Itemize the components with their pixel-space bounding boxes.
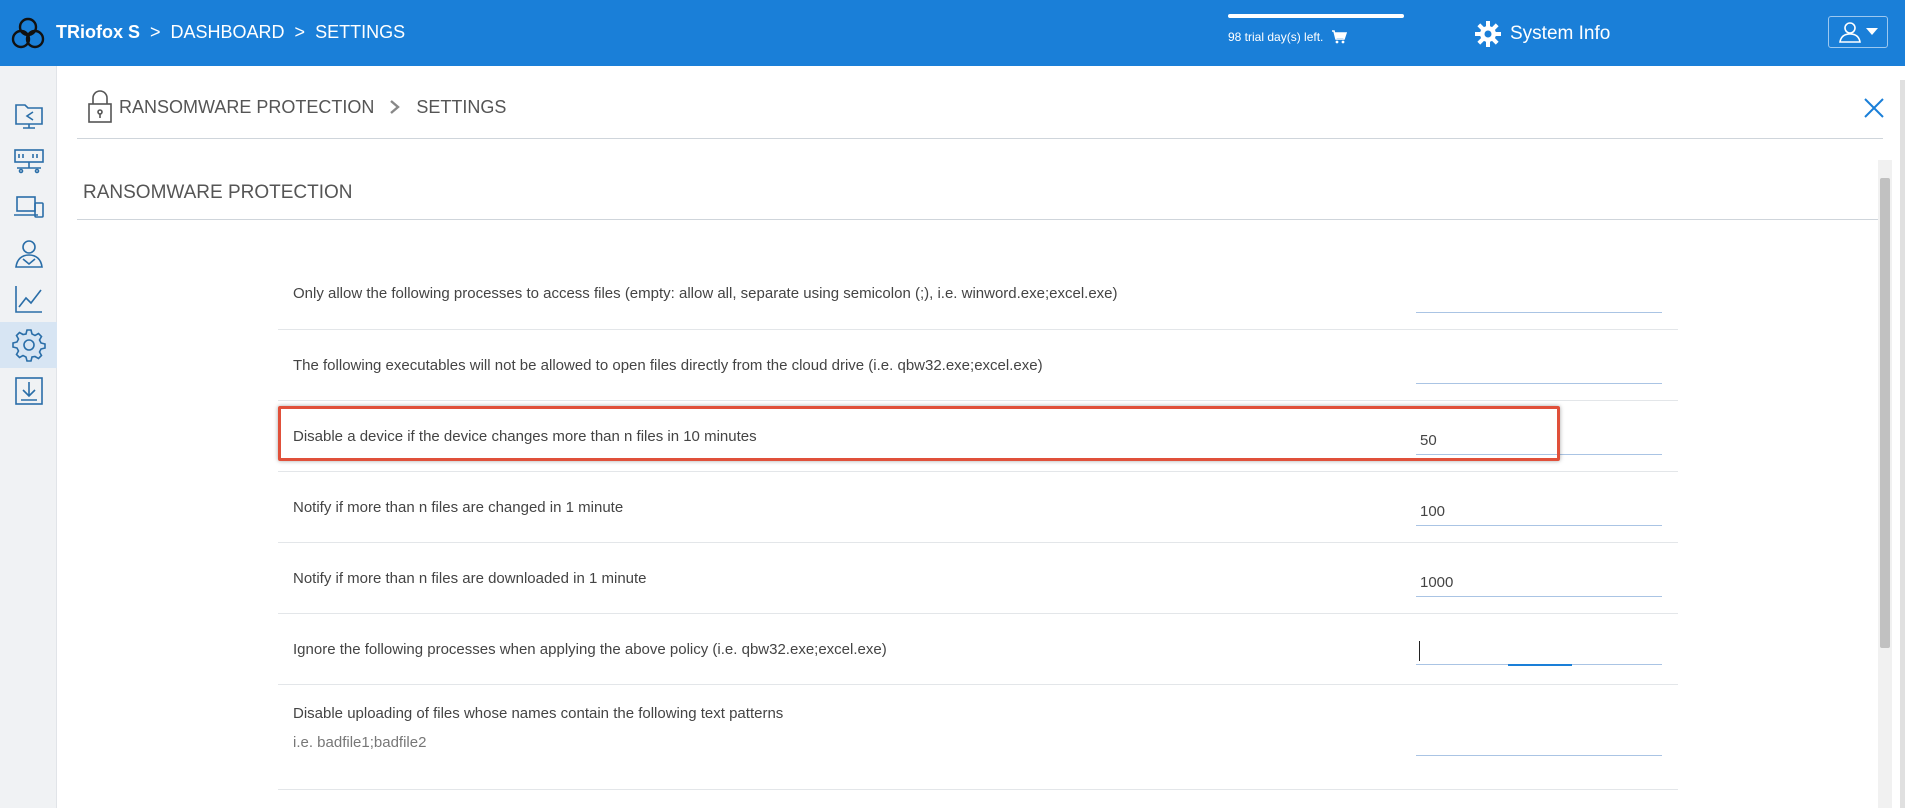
sidebar-item-file-share[interactable] [0,92,57,138]
gear-icon [11,329,46,362]
gear-icon [1475,21,1501,47]
system-info-label: System Info [1510,23,1611,44]
divider [77,138,1883,139]
setting-label: Disable a device if the device changes m… [293,428,757,445]
breadcrumb-current: SETTINGS [416,96,507,117]
setting-row: Notify if more than n files are changed … [278,472,1678,543]
user-menu-button[interactable] [1828,16,1888,48]
setting-label: The following executables will not be al… [293,357,1043,374]
setting-label: Disable uploading of files whose names c… [293,705,784,722]
device-disable-threshold-input[interactable] [1416,427,1662,455]
crumb-separator: > [150,22,161,42]
breadcrumb-root[interactable]: RANSOMWARE PROTECTION [119,97,374,118]
chart-icon [14,286,42,313]
triofox-logo-icon[interactable] [10,15,46,51]
setting-row: Disable uploading of files whose names c… [278,685,1678,790]
downloaded-files-threshold-input[interactable] [1416,569,1662,597]
sidebar-item-users[interactable] [0,230,57,276]
blocked-executables-input[interactable] [1416,356,1662,384]
sidebar-item-downloads[interactable] [0,368,57,414]
sidebar-item-reports[interactable] [0,276,57,322]
sidebar-item-devices[interactable] [0,184,57,230]
setting-label: Only allow the following processes to ac… [293,285,1118,302]
allowed-processes-input[interactable] [1416,285,1662,313]
setting-label: Notify if more than n files are changed … [293,499,624,516]
chevron-right-icon [390,100,401,114]
crumb-settings[interactable]: SETTINGS [315,22,405,43]
outer-scrollbar[interactable] [1900,80,1905,808]
setting-row: Disable a device if the device changes m… [278,401,1678,472]
setting-row: The following executables will not be al… [278,330,1678,401]
trial-text: 98 trial day(s) left. [1228,30,1324,44]
system-info-button[interactable]: System Info [1474,20,1610,48]
close-icon[interactable] [1862,96,1886,120]
setting-row: Ignore the following processes when appl… [278,614,1678,685]
lock-icon [88,90,112,123]
devices-icon [13,196,44,218]
sidebar-item-settings[interactable] [0,322,57,368]
divider [77,219,1880,220]
user-icon [1839,22,1861,43]
crumb-dashboard[interactable]: DASHBOARD [171,22,285,43]
setting-hint: i.e. badfile1;badfile2 [293,734,427,751]
chevron-down-icon [1866,28,1878,35]
top-bar: TRiofox S > DASHBOARD > SETTINGS 98 tria… [0,0,1905,66]
trial-progress-bar [1228,14,1404,18]
trial-indicator[interactable]: 98 trial day(s) left. [1228,14,1404,44]
ignored-processes-input[interactable] [1416,637,1662,665]
download-icon [14,377,43,405]
changed-files-threshold-input[interactable] [1416,498,1662,526]
header-breadcrumb: TRiofox S > DASHBOARD > SETTINGS [56,22,405,43]
setting-label: Ignore the following processes when appl… [293,641,887,658]
server-icon [13,149,44,174]
users-icon [14,240,43,268]
input-focus-indicator [1508,664,1572,666]
crumb-separator: > [294,22,306,42]
folder-share-icon [14,104,43,129]
sidebar [0,66,57,808]
setting-label: Notify if more than n files are download… [293,570,647,587]
cart-icon[interactable] [1331,30,1348,44]
section-title: RANSOMWARE PROTECTION [83,182,353,203]
page-breadcrumb: RANSOMWARE PROTECTION SETTINGS [87,90,506,124]
upload-block-patterns-input[interactable] [1416,728,1662,756]
app-name[interactable]: TRiofox S [56,22,140,43]
scrollbar-thumb[interactable] [1880,178,1890,648]
setting-row: Notify if more than n files are download… [278,543,1678,614]
sidebar-item-servers[interactable] [0,138,57,184]
setting-row: Only allow the following processes to ac… [278,259,1678,330]
text-caret [1419,641,1420,661]
